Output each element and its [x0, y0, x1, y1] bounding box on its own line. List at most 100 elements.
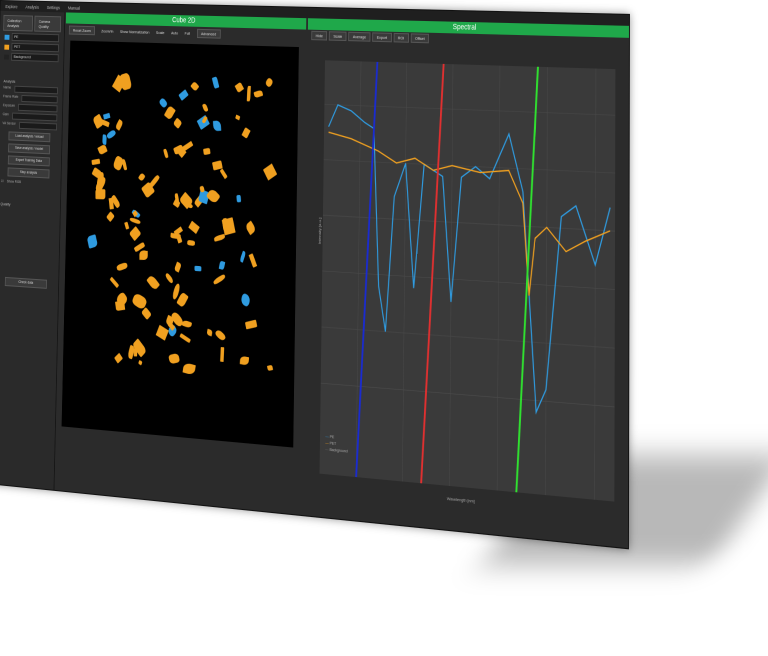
scale-button[interactable]: Scale — [329, 31, 347, 41]
particle — [194, 266, 201, 272]
y-axis-label: Intensity [a.u.] — [317, 218, 322, 245]
particle — [102, 134, 107, 145]
check-data-button[interactable]: Check data — [5, 277, 47, 289]
stage: Explore Analysis Settings Manual Collect… — [0, 0, 768, 656]
particle — [239, 251, 246, 264]
particle — [205, 187, 220, 205]
particle — [138, 360, 143, 366]
particle — [240, 293, 252, 308]
particle — [146, 274, 159, 291]
field-value[interactable] — [19, 122, 57, 131]
particle — [220, 347, 224, 362]
particle — [213, 273, 226, 284]
cube-image-canvas[interactable] — [62, 41, 299, 448]
full-option[interactable]: Full — [185, 30, 191, 35]
menu-manual[interactable]: Manual — [68, 5, 80, 10]
particle — [245, 319, 258, 329]
particle — [200, 185, 205, 192]
roi-line-red[interactable] — [421, 63, 444, 485]
save-analysis-button[interactable]: Save analysis / model — [8, 143, 50, 154]
material-name: PE — [12, 33, 59, 42]
particle — [220, 168, 228, 179]
menu-settings[interactable]: Settings — [47, 5, 60, 10]
particle — [117, 262, 129, 272]
material-color-pet — [4, 44, 9, 49]
material-name: PET — [11, 43, 58, 52]
menu-analysis[interactable]: Analysis — [25, 4, 39, 9]
roi-line-green[interactable] — [516, 66, 538, 494]
stop-analysis-button[interactable]: Stop analysis — [8, 167, 50, 178]
quality-section-title: Quality — [0, 201, 55, 209]
particle — [212, 76, 220, 89]
particle — [176, 292, 189, 309]
hide-button[interactable]: Hide — [311, 30, 327, 40]
field-label: Gain — [3, 112, 9, 119]
particle — [109, 277, 119, 289]
field-value[interactable] — [12, 113, 57, 122]
particle — [267, 365, 273, 371]
particle — [173, 117, 183, 129]
particle — [174, 261, 182, 272]
auto-option[interactable]: Auto — [171, 30, 178, 35]
particle — [188, 240, 196, 246]
checkbox-icon: ☑ — [1, 179, 4, 183]
particle — [163, 148, 168, 158]
analysis-section-title: Analysis — [3, 78, 58, 85]
field-label: Frame Rate — [3, 94, 18, 102]
particle — [115, 353, 124, 364]
particle — [182, 320, 193, 330]
particle — [165, 273, 175, 285]
tab-collection-analysis[interactable]: Collection Analysis — [3, 15, 33, 32]
material-row[interactable]: PE — [5, 33, 60, 42]
particle — [106, 130, 116, 141]
roi-button[interactable]: ROI — [393, 32, 408, 42]
export-training-button[interactable]: Export Training Data — [8, 155, 50, 166]
particle — [112, 155, 124, 171]
cube-panel: Cube 2D Reset Zoom Zoom/In Show Normaliz… — [55, 12, 306, 514]
show-rgb-checkbox[interactable]: ☑ Show RGB — [1, 179, 56, 186]
field-value[interactable] — [18, 104, 57, 113]
particle — [139, 251, 147, 260]
menu-explore[interactable]: Explore — [5, 4, 17, 9]
spectral-plot[interactable]: — PE — PET — Background — [320, 60, 616, 501]
particle — [164, 105, 176, 120]
material-row[interactable]: Background — [4, 53, 59, 63]
particle — [240, 356, 249, 366]
field-row: Exposure — [3, 103, 58, 112]
plot-legend: — PE — PET — Background — [325, 433, 348, 454]
particle — [129, 226, 141, 241]
field-row: Frame Rate — [3, 94, 58, 103]
field-label: Name — [3, 85, 11, 92]
show-normalization-toggle[interactable]: Show Normalization — [120, 28, 150, 34]
particle — [263, 163, 277, 180]
field-label: VA Sensor — [2, 121, 15, 129]
particle — [109, 198, 114, 210]
reset-zoom-button[interactable]: Reset Zoom — [69, 25, 95, 35]
particle — [245, 221, 257, 236]
particle — [213, 234, 225, 242]
average-button[interactable]: Average — [348, 31, 370, 41]
legend-pet-label: PET — [330, 441, 337, 446]
particle — [213, 121, 221, 132]
load-analysis-button[interactable]: Load analysis / reload — [8, 131, 50, 142]
particle — [180, 140, 193, 152]
particle — [92, 159, 100, 165]
field-row: Gain — [3, 112, 58, 121]
particle — [248, 253, 257, 268]
material-color-background — [4, 54, 9, 59]
field-value[interactable] — [21, 95, 57, 103]
particle — [190, 80, 199, 91]
particle — [138, 172, 145, 181]
field-value[interactable] — [14, 86, 58, 95]
particle — [87, 234, 98, 248]
tab-camera-quality[interactable]: Camera Quality — [34, 16, 61, 33]
advanced-dropdown[interactable]: Advanced — [197, 28, 221, 38]
zoom-in-toggle[interactable]: Zoom/In — [101, 28, 113, 33]
particle — [129, 217, 140, 225]
field-row: VA Sensor — [2, 121, 57, 130]
app-window: Explore Analysis Settings Manual Collect… — [0, 0, 630, 549]
material-row[interactable]: PET — [4, 43, 59, 53]
particle — [235, 82, 244, 93]
export-button[interactable]: Export — [372, 32, 391, 42]
offset-button[interactable]: Offset — [411, 33, 430, 43]
